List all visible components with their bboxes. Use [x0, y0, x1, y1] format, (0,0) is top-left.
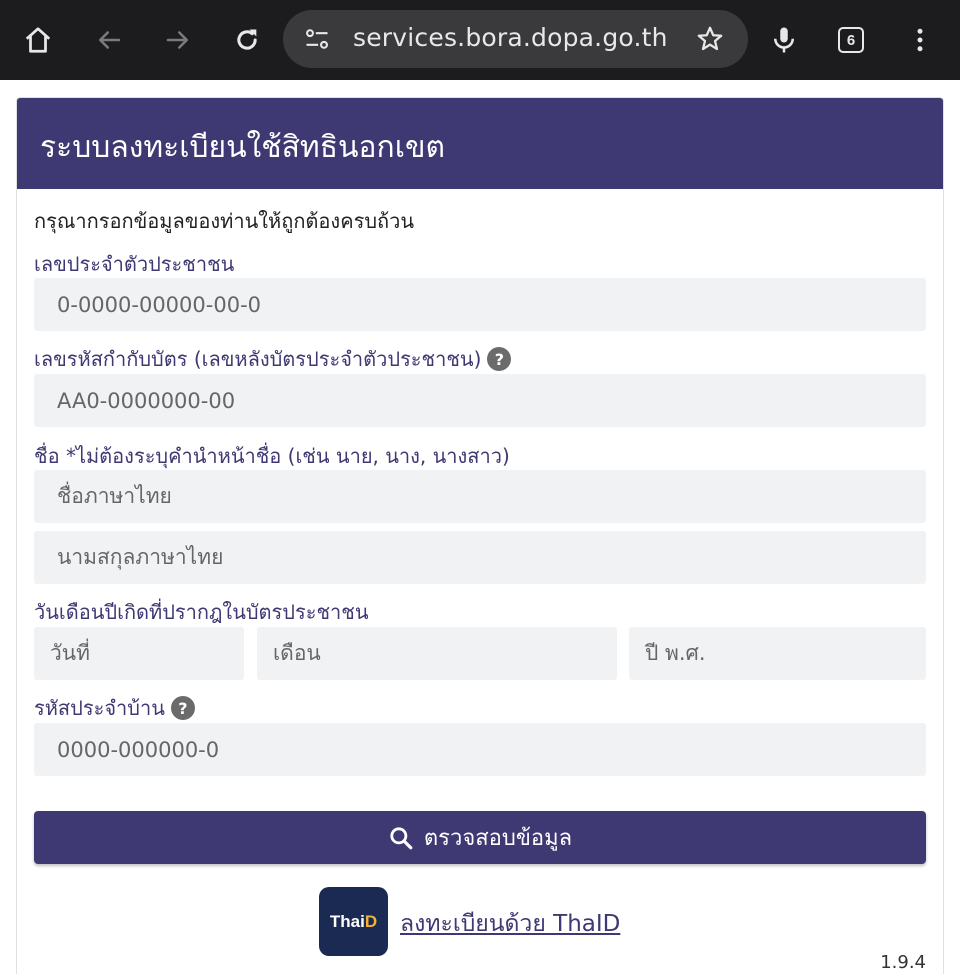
dob-label-text: วันเดือนปีเกิดที่ปรากฎในบัตรประชาชน	[34, 600, 369, 624]
laser-code-label: เลขรหัสกำกับบัตร (เลขหลังบัตรประจำตัวประ…	[34, 343, 512, 375]
dob-month-select[interactable]: เดือน	[257, 627, 617, 680]
reload-icon[interactable]	[225, 18, 269, 62]
thaid-logo-text-b: D	[364, 911, 378, 931]
id-number-input[interactable]: 0-0000-00000-00-0	[34, 278, 926, 331]
card-header: ระบบลงทะเบียนใช้สิทธินอกเขต	[17, 98, 943, 189]
name-label-text: ชื่อ *ไม่ต้องระบุคำนำหน้าชื่อ (เช่น นาย,…	[34, 444, 510, 468]
site-settings-icon[interactable]	[303, 25, 331, 53]
thaid-logo[interactable]: ThaiD	[319, 887, 388, 956]
home-icon[interactable]	[16, 18, 60, 62]
house-code-label-text: รหัสประจำบ้าน	[34, 696, 165, 720]
thaid-logo-text-a: Thai	[329, 911, 365, 931]
help-icon[interactable]: ?	[170, 696, 195, 720]
id-number-label: เลขประจำตัวประชาชน	[34, 248, 234, 280]
check-data-button[interactable]: ตรวจสอบข้อมูล	[34, 811, 926, 864]
check-data-button-label: ตรวจสอบข้อมูล	[423, 826, 573, 851]
dob-month-placeholder: เดือน	[273, 641, 321, 665]
back-arrow-icon[interactable]	[87, 18, 131, 62]
lastname-placeholder: นามสกุลภาษาไทย	[57, 545, 224, 569]
tab-switcher-icon[interactable]: 6	[829, 18, 873, 62]
forward-arrow-icon[interactable]	[156, 18, 200, 62]
dob-day-select[interactable]: วันที่	[34, 627, 244, 680]
laser-code-placeholder: AA0-0000000-00	[57, 388, 236, 413]
form-instruction: กรุณากรอกข้อมูลของท่านให้ถูกต้องครบถ้วน	[34, 209, 415, 233]
help-icon[interactable]: ?	[487, 347, 512, 371]
firstname-input[interactable]: ชื่อภาษาไทย	[34, 470, 926, 523]
microphone-icon[interactable]	[762, 18, 806, 62]
dob-year-select[interactable]: ปี พ.ศ.	[629, 627, 926, 680]
house-code-placeholder: 0000-000000-0	[57, 737, 220, 762]
dob-year-placeholder: ปี พ.ศ.	[645, 641, 706, 665]
register-with-thaid-link[interactable]: ลงทะเบียนด้วย ThaID	[400, 906, 620, 942]
version-label: 1.9.4	[880, 952, 926, 973]
dob-label: วันเดือนปีเกิดที่ปรากฎในบัตรประชาชน	[34, 596, 369, 628]
id-number-placeholder: 0-0000-00000-00-0	[57, 292, 262, 317]
more-menu-icon[interactable]	[898, 18, 942, 62]
url-text[interactable]: services.bora.dopa.go.th	[353, 23, 668, 52]
page-title: ระบบลงทะเบียนใช้สิทธินอกเขต	[40, 130, 445, 165]
id-number-label-text: เลขประจำตัวประชาชน	[34, 252, 235, 276]
name-label: ชื่อ *ไม่ต้องระบุคำนำหน้าชื่อ (เช่น นาย,…	[34, 440, 510, 472]
tab-count: 6	[838, 27, 864, 53]
lastname-input[interactable]: นามสกุลภาษาไทย	[34, 531, 926, 584]
search-icon	[390, 826, 413, 849]
house-code-input[interactable]: 0000-000000-0	[34, 723, 926, 776]
browser-toolbar: services.bora.dopa.go.th 6	[0, 0, 960, 80]
laser-code-input[interactable]: AA0-0000000-00	[34, 374, 926, 427]
laser-code-label-text: เลขรหัสกำกับบัตร (เลขหลังบัตรประจำตัวประ…	[34, 347, 482, 371]
bookmark-star-icon[interactable]	[695, 24, 725, 54]
house-code-label: รหัสประจำบ้าน ?	[34, 692, 195, 724]
dob-day-placeholder: วันที่	[50, 641, 90, 665]
firstname-placeholder: ชื่อภาษาไทย	[57, 484, 172, 508]
address-bar[interactable]: services.bora.dopa.go.th	[283, 10, 748, 68]
